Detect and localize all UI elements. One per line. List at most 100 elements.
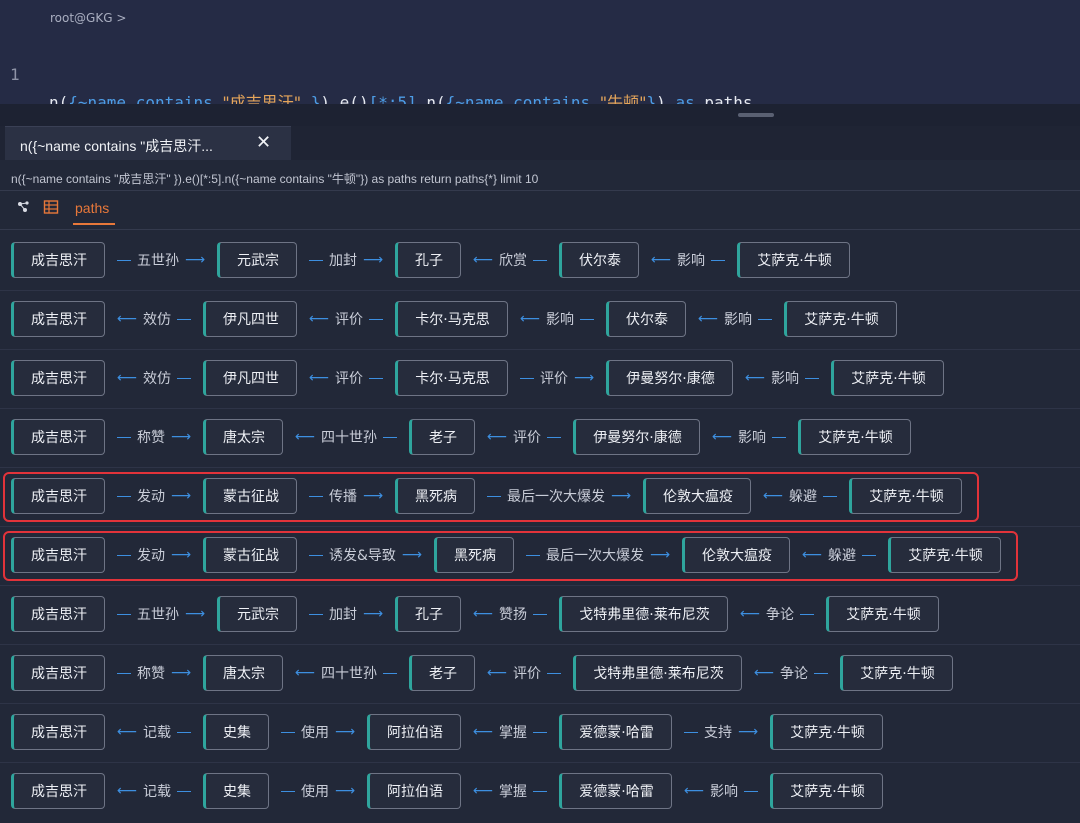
path-node[interactable]: 艾萨克·牛顿 bbox=[840, 655, 953, 691]
path-node[interactable]: 艾萨克·牛顿 bbox=[798, 419, 911, 455]
edge-line bbox=[805, 377, 820, 379]
edge-line bbox=[177, 318, 192, 320]
path-node[interactable]: 成吉思汗 bbox=[11, 242, 105, 278]
path-node[interactable]: 老子 bbox=[409, 655, 475, 691]
edge-label: 称赞 bbox=[136, 430, 165, 446]
path-node[interactable]: 成吉思汗 bbox=[11, 301, 105, 337]
row-divider bbox=[0, 585, 1080, 586]
path-node[interactable]: 爱德蒙·哈雷 bbox=[559, 773, 672, 809]
path-row[interactable]: 成吉思汗 ⟵ 效仿 伊凡四世 ⟵ 评价 卡尔·马克思 评价 ⟶ 伊曼努尔·康德 ⟵ 影响 艾萨克·牛顿 bbox=[0, 353, 1080, 405]
edge-label: 加封 bbox=[328, 607, 357, 623]
path-edge: ⟵ 影响 bbox=[696, 308, 774, 330]
arrow-left-icon: ⟵ bbox=[486, 665, 508, 681]
path-node[interactable]: 戈特弗里德·莱布尼茨 bbox=[573, 655, 742, 691]
path-node[interactable]: 艾萨克·牛顿 bbox=[770, 714, 883, 750]
path-node[interactable]: 阿拉伯语 bbox=[367, 714, 461, 750]
path-row[interactable]: 成吉思汗 ⟵ 效仿 伊凡四世 ⟵ 评价 卡尔·马克思 ⟵ 影响 伏尔泰 ⟵ 影响 艾萨克·牛顿 bbox=[0, 294, 1080, 346]
edge-label: 争论 bbox=[780, 666, 809, 682]
path-node[interactable]: 成吉思汗 bbox=[11, 714, 105, 750]
path-node[interactable]: 戈特弗里德·莱布尼茨 bbox=[559, 596, 728, 632]
path-edge: ⟵ 影响 bbox=[743, 367, 821, 389]
path-edge: 称赞 ⟶ bbox=[115, 426, 193, 448]
close-icon[interactable]: ✕ bbox=[256, 132, 271, 153]
edge-label: 影响 bbox=[710, 784, 739, 800]
path-node[interactable]: 艾萨克·牛顿 bbox=[826, 596, 939, 632]
tab-paths[interactable]: paths bbox=[75, 200, 109, 216]
path-node[interactable]: 卡尔·马克思 bbox=[395, 360, 508, 396]
path-node[interactable]: 元武宗 bbox=[217, 242, 297, 278]
query-editor[interactable]: root@GKG > 1 n({~name contains "成吉思汗" })… bbox=[0, 0, 1080, 149]
edge-line bbox=[383, 672, 398, 674]
path-node[interactable]: 伊凡四世 bbox=[203, 301, 297, 337]
code-line-1[interactable]: 1 n({~name contains "成吉思汗" }).e()[*:5].n… bbox=[0, 33, 1080, 112]
path-node[interactable]: 元武宗 bbox=[217, 596, 297, 632]
path-edge: ⟵ 效仿 bbox=[115, 367, 193, 389]
path-node[interactable]: 成吉思汗 bbox=[11, 655, 105, 691]
path-row[interactable]: 成吉思汗 称赞 ⟶ 唐太宗 ⟵ 四十世孙 老子 ⟵ 评价 伊曼努尔·康德 ⟵ 影响 艾萨克·牛顿 bbox=[0, 412, 1080, 464]
path-node[interactable]: 史集 bbox=[203, 714, 269, 750]
row-divider bbox=[0, 408, 1080, 409]
edge-line bbox=[758, 318, 773, 320]
edge-label: 掌握 bbox=[499, 725, 528, 741]
row-divider bbox=[0, 762, 1080, 763]
path-row[interactable]: 成吉思汗 ⟵ 记载 史集 使用 ⟶ 阿拉伯语 ⟵ 掌握 爱德蒙·哈雷 ⟵ 影响 艾萨克·牛顿 bbox=[0, 766, 1080, 818]
path-edge: ⟵ 影响 bbox=[649, 249, 727, 271]
arrow-right-icon: ⟶ bbox=[334, 724, 356, 740]
code-line-2[interactable]: 2 return paths{*} limit 10 bbox=[0, 70, 1080, 149]
tab-query-result[interactable]: n({~name contains "成吉思汗... ✕ bbox=[5, 126, 291, 160]
path-edge: 五世孙 ⟶ bbox=[115, 603, 207, 625]
edge-label: 支持 bbox=[703, 725, 732, 741]
path-row[interactable]: 成吉思汗 五世孙 ⟶ 元武宗 加封 ⟶ 孔子 ⟵ 欣赏 伏尔泰 ⟵ 影响 艾萨克·牛顿 bbox=[0, 235, 1080, 287]
splitter-bar[interactable] bbox=[0, 104, 1080, 126]
edge-line bbox=[533, 613, 548, 615]
arrow-left-icon: ⟵ bbox=[519, 311, 541, 327]
path-node[interactable]: 阿拉伯语 bbox=[367, 773, 461, 809]
edge-line bbox=[177, 731, 192, 733]
path-edge: ⟵ 欣赏 bbox=[471, 249, 549, 271]
path-node[interactable]: 成吉思汗 bbox=[11, 596, 105, 632]
query-echo: n({~name contains "成吉思汗" }).e()[*:5].n({… bbox=[11, 172, 539, 186]
path-node[interactable]: 老子 bbox=[409, 419, 475, 455]
path-node[interactable]: 孔子 bbox=[395, 596, 461, 632]
path-node[interactable]: 成吉思汗 bbox=[11, 773, 105, 809]
edge-line bbox=[280, 731, 295, 733]
path-row[interactable]: 成吉思汗 五世孙 ⟶ 元武宗 加封 ⟶ 孔子 ⟵ 赞扬 戈特弗里德·莱布尼茨 ⟵ 争论 艾萨克·牛顿 bbox=[0, 589, 1080, 641]
edge-line bbox=[533, 731, 548, 733]
edge-label: 评价 bbox=[539, 371, 568, 387]
path-node[interactable]: 艾萨克·牛顿 bbox=[831, 360, 944, 396]
path-node[interactable]: 伏尔泰 bbox=[559, 242, 639, 278]
path-node[interactable]: 爱德蒙·哈雷 bbox=[559, 714, 672, 750]
path-node[interactable]: 伏尔泰 bbox=[606, 301, 686, 337]
path-node[interactable]: 伊曼努尔·康德 bbox=[606, 360, 733, 396]
row-divider bbox=[0, 703, 1080, 704]
path-row[interactable]: 成吉思汗 ⟵ 记载 史集 使用 ⟶ 阿拉伯语 ⟵ 掌握 爱德蒙·哈雷 支持 ⟶ 艾萨克·牛顿 bbox=[0, 707, 1080, 759]
row-divider bbox=[0, 644, 1080, 645]
path-node[interactable]: 史集 bbox=[203, 773, 269, 809]
edge-label: 影响 bbox=[771, 371, 800, 387]
path-row[interactable]: 成吉思汗 称赞 ⟶ 唐太宗 ⟵ 四十世孙 老子 ⟵ 评价 戈特弗里德·莱布尼茨 ⟵ 争论 艾萨克·牛顿 bbox=[0, 648, 1080, 700]
path-node[interactable]: 成吉思汗 bbox=[11, 419, 105, 455]
path-node[interactable]: 卡尔·马克思 bbox=[395, 301, 508, 337]
path-node[interactable]: 唐太宗 bbox=[203, 419, 283, 455]
path-node[interactable]: 成吉思汗 bbox=[11, 360, 105, 396]
graph-view-icon[interactable] bbox=[16, 199, 32, 215]
arrow-left-icon: ⟵ bbox=[697, 311, 719, 327]
path-edge: 加封 ⟶ bbox=[307, 603, 385, 625]
path-node[interactable]: 艾萨克·牛顿 bbox=[770, 773, 883, 809]
path-node[interactable]: 伊曼努尔·康德 bbox=[573, 419, 700, 455]
edge-line bbox=[116, 436, 131, 438]
path-node[interactable]: 孔子 bbox=[395, 242, 461, 278]
edge-line bbox=[369, 318, 384, 320]
path-edge: 使用 ⟶ bbox=[279, 721, 357, 743]
path-node[interactable]: 唐太宗 bbox=[203, 655, 283, 691]
arrow-left-icon: ⟵ bbox=[116, 311, 138, 327]
arrow-right-icon: ⟶ bbox=[170, 429, 192, 445]
path-node[interactable]: 艾萨克·牛顿 bbox=[784, 301, 897, 337]
path-edge: ⟵ 记载 bbox=[115, 780, 193, 802]
resize-handle[interactable] bbox=[738, 113, 774, 117]
path-node[interactable]: 艾萨克·牛顿 bbox=[737, 242, 850, 278]
edge-label: 四十世孙 bbox=[321, 430, 378, 446]
path-node[interactable]: 伊凡四世 bbox=[203, 360, 297, 396]
table-view-icon[interactable] bbox=[43, 199, 59, 215]
path-edge: ⟵ 掌握 bbox=[471, 721, 549, 743]
